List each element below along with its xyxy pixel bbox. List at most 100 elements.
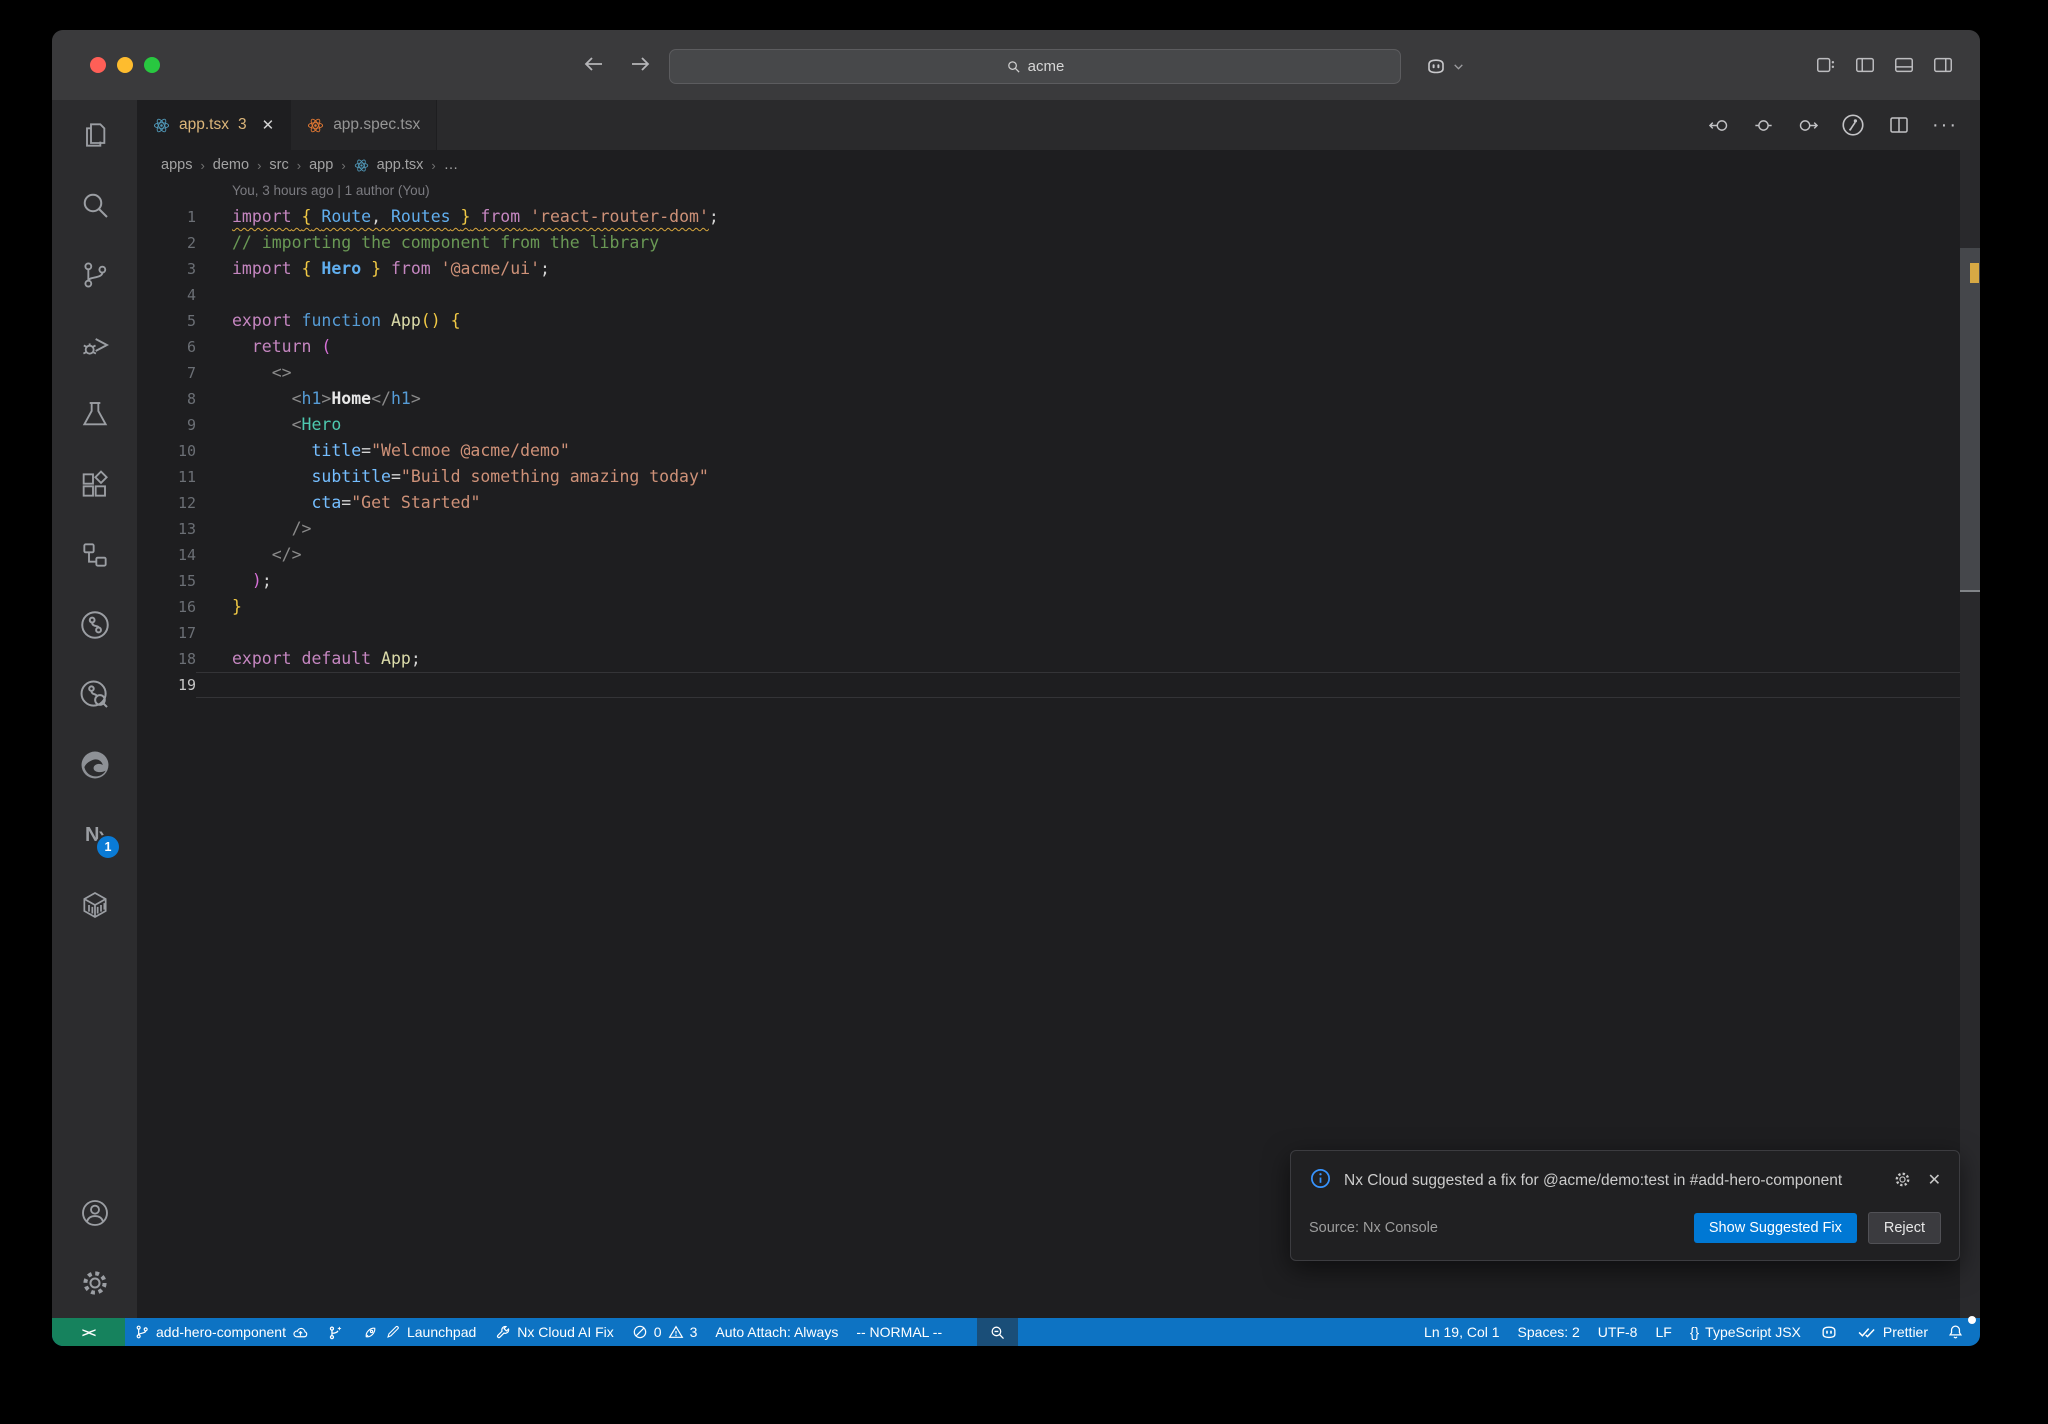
- nx-badge: 1: [95, 834, 121, 860]
- gear-icon[interactable]: [1893, 1170, 1912, 1190]
- breadcrumb-item[interactable]: …: [444, 157, 459, 173]
- code-line[interactable]: 13 />: [137, 516, 1980, 542]
- git-branch-icon: [134, 1324, 150, 1340]
- hierarchy-icon[interactable]: [52, 520, 137, 590]
- edge-browser-icon[interactable]: [52, 730, 137, 800]
- double-check-icon: [1857, 1322, 1877, 1342]
- branch-status-item[interactable]: add-hero-component: [125, 1318, 318, 1346]
- breadcrumb-item[interactable]: app.tsx: [377, 157, 424, 173]
- more-actions-icon[interactable]: ···: [1932, 115, 1958, 135]
- container-icon[interactable]: [52, 870, 137, 940]
- settings-gear-icon[interactable]: [52, 1248, 137, 1318]
- code-line[interactable]: 10 title="Welcmoe @acme/demo": [137, 438, 1980, 464]
- scrollbar-track[interactable]: [1960, 150, 1980, 1318]
- toggle-sidebar-icon[interactable]: [1854, 54, 1876, 76]
- traffic-lights: [90, 57, 160, 73]
- code-line[interactable]: 7 <>: [137, 360, 1980, 386]
- show-suggested-fix-button[interactable]: Show Suggested Fix: [1693, 1213, 1857, 1243]
- code-line[interactable]: 9 <Hero: [137, 412, 1980, 438]
- testing-icon[interactable]: [52, 380, 137, 450]
- code-line[interactable]: 1 import { Route, Routes } from 'react-ro…: [137, 204, 1980, 230]
- nav-back-icon[interactable]: [582, 52, 606, 76]
- cursor-position-status-item[interactable]: Ln 19, Col 1: [1415, 1318, 1509, 1346]
- code-line[interactable]: 3 import { Hero } from '@acme/ui';: [137, 256, 1980, 282]
- code-line[interactable]: 12 cta="Get Started": [137, 490, 1980, 516]
- tab-problems-badge: 3: [237, 116, 247, 133]
- minimize-window-button[interactable]: [117, 57, 133, 73]
- code-line[interactable]: 11 subtitle="Build something amazing tod…: [137, 464, 1980, 490]
- commit-search-icon[interactable]: [52, 660, 137, 730]
- nav-forward-circle-icon[interactable]: [1796, 114, 1819, 137]
- pen-icon: [385, 1324, 401, 1340]
- reject-button[interactable]: Reject: [1867, 1212, 1941, 1244]
- close-window-button[interactable]: [90, 57, 106, 73]
- split-editor-icon[interactable]: [1887, 113, 1911, 137]
- chevron-down-icon[interactable]: [1452, 60, 1465, 73]
- react-icon: [307, 117, 324, 134]
- remote-indicator[interactable]: ><: [52, 1318, 125, 1346]
- close-icon[interactable]: ✕: [262, 116, 275, 134]
- eol-status-item[interactable]: LF: [1646, 1318, 1680, 1346]
- search-icon[interactable]: [52, 170, 137, 240]
- customize-layout-icon[interactable]: [1815, 54, 1837, 76]
- code-line[interactable]: 4: [137, 282, 1980, 308]
- notification-source: Source: Nx Console: [1309, 1220, 1438, 1236]
- git-graph-icon[interactable]: [52, 590, 137, 660]
- copilot-status-item[interactable]: [1810, 1318, 1848, 1346]
- react-icon: [354, 158, 369, 173]
- zoom-window-button[interactable]: [144, 57, 160, 73]
- command-center-search[interactable]: acme: [669, 49, 1401, 84]
- editor-group: app.tsx 3 ✕ app.spec.tsx ··· apps › demo…: [137, 100, 1980, 1318]
- code-line[interactable]: 14 </>: [137, 542, 1980, 568]
- encoding-status-item[interactable]: UTF-8: [1589, 1318, 1647, 1346]
- toggle-panel-icon[interactable]: [1893, 54, 1915, 76]
- nav-location-icon[interactable]: [1752, 114, 1775, 137]
- code-line[interactable]: 17: [137, 620, 1980, 646]
- notifications-bell[interactable]: [1937, 1316, 1976, 1346]
- breadcrumb-item[interactable]: src: [269, 157, 288, 173]
- code-line[interactable]: 5 export function App() {: [137, 308, 1980, 334]
- source-control-icon[interactable]: [52, 240, 137, 310]
- tab-app-tsx[interactable]: app.tsx 3 ✕: [137, 100, 291, 150]
- close-icon[interactable]: ✕: [1928, 1170, 1941, 1190]
- launchpad-status-item[interactable]: Launchpad: [353, 1318, 485, 1346]
- code-line[interactable]: 16}: [137, 594, 1980, 620]
- copilot-icon[interactable]: [1424, 54, 1448, 78]
- info-icon: [1309, 1167, 1332, 1190]
- code-line[interactable]: 15 );: [137, 568, 1980, 594]
- tab-app-spec-tsx[interactable]: app.spec.tsx: [290, 100, 438, 150]
- branch-sparkle-icon: [327, 1324, 344, 1341]
- breadcrumb-item[interactable]: demo: [213, 157, 249, 173]
- zoom-icon: [989, 1324, 1006, 1341]
- code-line[interactable]: 8 <h1>Home</h1>: [137, 386, 1980, 412]
- auto-attach-status-item[interactable]: Auto Attach: Always: [706, 1318, 847, 1346]
- language-status-item[interactable]: {} TypeScript JSX: [1681, 1318, 1810, 1346]
- zoom-status-item[interactable]: [977, 1318, 1019, 1346]
- breadcrumb-item[interactable]: apps: [161, 157, 192, 173]
- code-line[interactable]: 19: [137, 672, 1980, 698]
- nav-back-circle-icon[interactable]: [1708, 114, 1731, 137]
- nx-console-icon[interactable]: N› 1: [52, 800, 137, 870]
- formatter-status-item[interactable]: Prettier: [1848, 1318, 1937, 1346]
- breadcrumb-item[interactable]: app: [309, 157, 333, 173]
- problems-status-item[interactable]: 0 3: [623, 1318, 707, 1346]
- code-line[interactable]: 18 export default App;: [137, 646, 1980, 672]
- explorer-icon[interactable]: [52, 100, 137, 170]
- scrollbar-thumb[interactable]: [1960, 248, 1980, 592]
- copilot-icon: [1819, 1322, 1839, 1342]
- nav-forward-icon[interactable]: [628, 52, 652, 76]
- run-debug-icon[interactable]: [52, 310, 137, 380]
- warning-icon: [668, 1324, 684, 1340]
- account-icon[interactable]: [52, 1178, 137, 1248]
- vim-mode-status-item[interactable]: -- NORMAL --: [847, 1318, 951, 1346]
- vscode-window: acme N› 1 app.tsx 3 ✕ app.spec.tsx ··· a…: [52, 30, 1980, 1346]
- code-line[interactable]: 2// importing the component from the lib…: [137, 230, 1980, 256]
- code-line[interactable]: 6 return (: [137, 334, 1980, 360]
- error-icon: [632, 1324, 648, 1340]
- nx-cloud-fix-status-item[interactable]: Nx Cloud AI Fix: [485, 1318, 622, 1346]
- source-control-graph-icon[interactable]: [1840, 112, 1866, 138]
- git-graph-status-item[interactable]: [318, 1318, 353, 1346]
- indentation-status-item[interactable]: Spaces: 2: [1509, 1318, 1589, 1346]
- extensions-icon[interactable]: [52, 450, 137, 520]
- toggle-secondary-sidebar-icon[interactable]: [1932, 54, 1954, 76]
